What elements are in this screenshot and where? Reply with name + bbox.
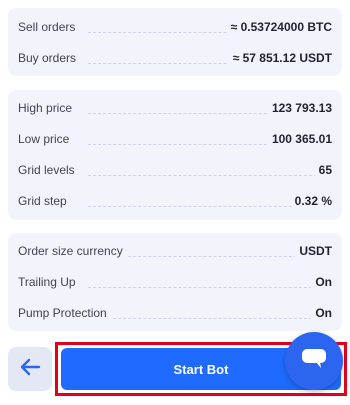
buy-orders-value: ≈ 57 851.12 USDT: [228, 50, 332, 65]
pump-protection-row: Pump Protection On: [18, 297, 332, 328]
start-bot-label: Start Bot: [173, 361, 229, 377]
chat-bubble-icon: [301, 348, 327, 375]
high-price-value: 123 793.13: [267, 100, 332, 115]
sell-orders-value: ≈ 0.53724000 BTC: [226, 19, 332, 34]
settings-card: Order size currency USDT Trailing Up On …: [8, 233, 342, 331]
back-button[interactable]: [8, 347, 52, 391]
grid-levels-value: 65: [314, 162, 332, 177]
row-divider: [88, 318, 322, 319]
sell-orders-label: Sell orders: [18, 19, 80, 34]
trailing-up-value: On: [311, 274, 332, 289]
low-price-label: Low price: [18, 131, 74, 146]
grid-step-row: Grid step 0.32 %: [18, 185, 332, 216]
row-divider: [88, 206, 322, 207]
sell-orders-row: Sell orders ≈ 0.53724000 BTC: [18, 11, 332, 42]
chat-button[interactable]: [285, 332, 343, 390]
grid-card: High price 123 793.13 Low price 100 365.…: [8, 90, 342, 220]
trailing-up-label: Trailing Up: [18, 274, 80, 289]
order-currency-row: Order size currency USDT: [18, 235, 332, 266]
trailing-up-row: Trailing Up On: [18, 266, 332, 297]
low-price-row: Low price 100 365.01: [18, 123, 332, 154]
high-price-row: High price 123 793.13: [18, 92, 332, 123]
buy-orders-label: Buy orders: [18, 50, 81, 65]
low-price-value: 100 365.01: [267, 131, 332, 146]
row-divider: [88, 175, 322, 176]
buy-orders-row: Buy orders ≈ 57 851.12 USDT: [18, 42, 332, 73]
pump-protection-value: On: [311, 305, 332, 320]
arrow-left-icon: [19, 358, 41, 381]
order-currency-label: Order size currency: [18, 243, 127, 258]
bot-summary-panel: Sell orders ≈ 0.53724000 BTC Buy orders …: [0, 0, 350, 405]
grid-levels-label: Grid levels: [18, 162, 79, 177]
orders-card: Sell orders ≈ 0.53724000 BTC Buy orders …: [8, 8, 342, 76]
row-divider: [88, 287, 322, 288]
high-price-label: High price: [18, 100, 77, 115]
pump-protection-label: Pump Protection: [18, 305, 111, 320]
grid-step-label: Grid step: [18, 193, 71, 208]
order-currency-value: USDT: [295, 243, 332, 258]
grid-levels-row: Grid levels 65: [18, 154, 332, 185]
grid-step-value: 0.32 %: [290, 193, 332, 208]
